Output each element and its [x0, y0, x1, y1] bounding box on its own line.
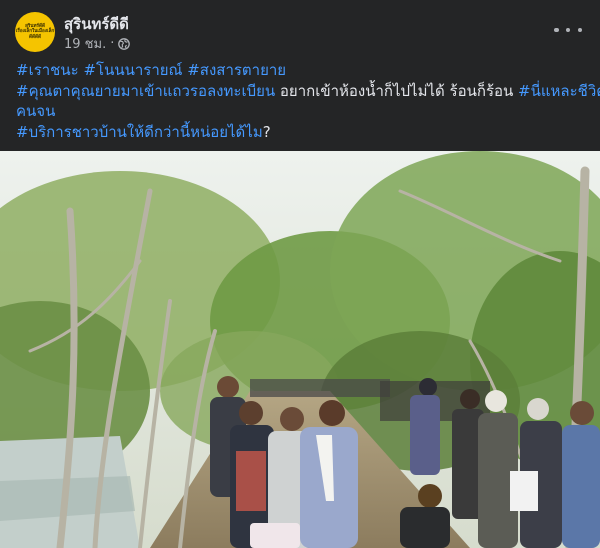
post-body-text: อยากเข้าห้องน้ำก็ไปไม่ได้ ร้อนก็ร้อน	[275, 81, 519, 100]
post-body-text: ?	[262, 122, 271, 141]
text-line-4: #บริการชาวบ้านให้ดีกว่านี้หน่อยได้ไม?	[16, 122, 588, 143]
avatar-text-3: ดีดีดีดี	[29, 34, 41, 40]
hashtag-link[interactable]: #สงสารตายาย	[187, 61, 286, 79]
hashtag-link[interactable]: #นี่แหละชีวิต	[518, 82, 600, 100]
post-text: #เราชนะ #โนนนารายณ์ #สงสารตายาย #คุณตาคุ…	[16, 60, 600, 143]
text-line-1: #เราชนะ #โนนนารายณ์ #สงสารตายาย	[16, 60, 588, 81]
hashtag-link[interactable]: #คุณตาคุณยายมาเข้าแถวรอลงทะเบียน	[16, 82, 275, 100]
post-header: สุรินทร์ดีดี เรื่องเล็กในเมืองเล็ก ดีดีด…	[0, 0, 600, 58]
photo-image	[0, 151, 600, 548]
hashtag-link-continued[interactable]: คนจน	[16, 102, 55, 120]
hashtag-link[interactable]: #บริการชาวบ้านให้ดีกว่านี้หน่อยได้ไม	[16, 123, 263, 141]
post-photo[interactable]	[0, 151, 600, 548]
text-line-3: คนจน	[16, 101, 588, 122]
hashtag-link[interactable]: #เราชนะ	[16, 61, 79, 79]
hashtag-link[interactable]: #โนนนารายณ์	[83, 61, 182, 79]
text-line-2: #คุณตาคุณยายมาเข้าแถวรอลงทะเบียน อยากเข้…	[16, 81, 600, 102]
page-avatar[interactable]: สุรินทร์ดีดี เรื่องเล็กในเมืองเล็ก ดีดีด…	[15, 12, 55, 52]
post-meta: 19 ชม. ·	[64, 33, 131, 54]
more-options-icon[interactable]	[554, 20, 582, 40]
meta-separator: ·	[110, 36, 115, 51]
post-time[interactable]: 19 ชม.	[64, 33, 106, 54]
globe-icon[interactable]	[118, 37, 131, 50]
